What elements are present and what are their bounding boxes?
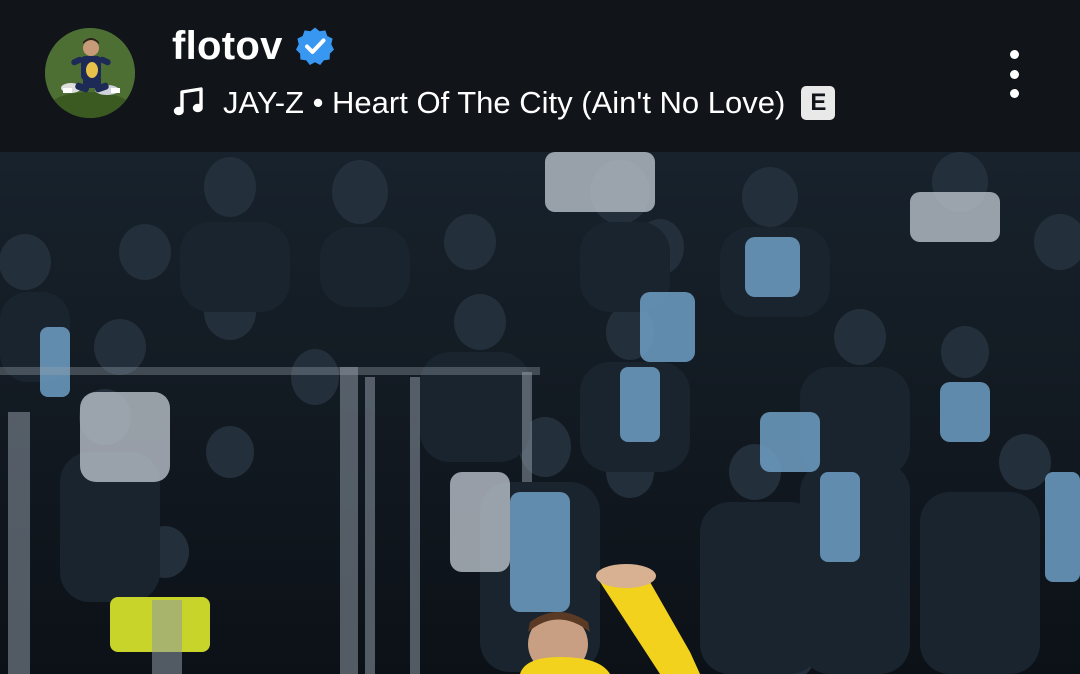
post-photo[interactable]: [0, 152, 1080, 674]
music-note-icon: [173, 87, 203, 116]
more-options-button[interactable]: [996, 46, 1032, 102]
more-vertical-icon: [1009, 50, 1019, 59]
avatar[interactable]: [45, 28, 135, 118]
avatar-image: [45, 28, 135, 118]
more-vertical-icon-dot: [1009, 89, 1019, 98]
stadium-crowd-image: [0, 152, 1080, 674]
explicit-badge: E: [801, 86, 836, 120]
username-row: flotov: [172, 22, 335, 70]
song-title: JAY-Z • Heart Of The City (Ain't No Love…: [223, 85, 786, 120]
username[interactable]: flotov: [172, 24, 283, 69]
music-row[interactable]: JAY-Z • Heart Of The City (Ain't No Love…: [172, 80, 836, 126]
more-vertical-icon-dot: [1009, 69, 1019, 79]
post-header: flotov JAY-Z • Heart Of The City (Ain't …: [0, 0, 1080, 152]
verified-badge-icon: [295, 27, 334, 65]
